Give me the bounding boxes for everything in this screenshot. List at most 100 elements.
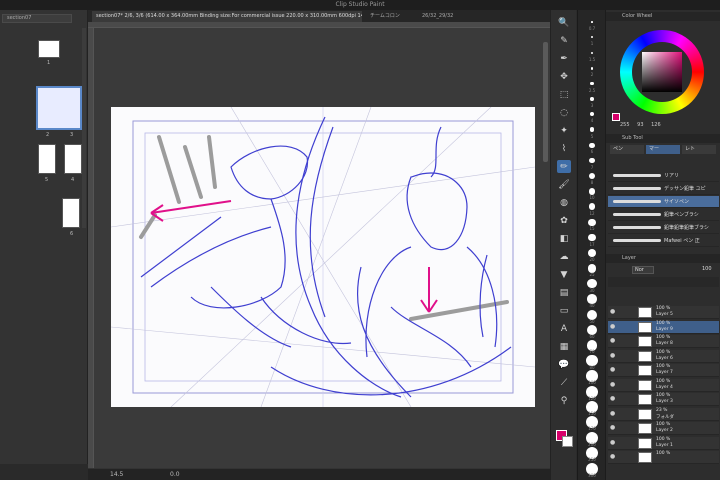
canvas-paper[interactable] [111,107,535,407]
layer-opacity-value[interactable]: 100 [702,266,712,272]
move-icon[interactable]: ✥ [557,70,571,83]
blend-icon[interactable]: ☁ [557,250,571,263]
layer-opacity: 100 % [656,378,671,384]
subtool-tab[interactable]: マー [646,145,680,154]
eyedropper2-icon[interactable]: ⌇ [557,142,571,155]
layer-panel-title: Layer [606,254,720,263]
eye-icon[interactable]: ● [610,381,616,388]
decoration-icon[interactable]: ✿ [557,214,571,227]
brush-size-option[interactable] [590,97,594,101]
brush-size-option[interactable] [591,21,593,23]
brush-size-option[interactable] [588,233,596,242]
subtool-tab[interactable]: レト [682,145,716,154]
selection-icon[interactable]: ⬚ [557,88,571,101]
brush-size-label: 100 [588,380,596,386]
brush-icon[interactable]: 🖌 [557,178,571,191]
eraser-icon[interactable]: ◧ [557,232,571,245]
eye-icon[interactable]: ● [610,352,616,359]
airbrush-icon[interactable]: ◍ [557,196,571,209]
sub-color-swatch[interactable] [562,436,573,447]
page-thumb-6[interactable] [62,198,80,228]
fill-icon[interactable]: ▼ [557,268,571,281]
tab-team-colon[interactable]: チームコロン [366,11,414,22]
zoom-icon[interactable]: 🔍 [557,16,571,29]
page-thumb-1[interactable] [38,40,60,58]
page-scrollbar[interactable] [82,28,86,228]
eye-icon[interactable]: ● [610,425,616,431]
wand-icon[interactable]: ✦ [557,124,571,137]
page-manager-tab[interactable]: section07 [2,14,72,23]
brush-item[interactable]: デッサン鉛筆 ユピ [608,183,719,195]
brush-size-option[interactable] [589,157,595,164]
brush-size-label: 30 [589,287,595,293]
page-thumb-4[interactable] [64,144,82,174]
brush-size-label: 8 [590,180,594,185]
canvas-area[interactable] [88,22,550,468]
pencil-icon[interactable]: ✏ [557,160,571,173]
eye-icon[interactable]: ● [610,439,616,446]
brush-item[interactable]: Mafwei ペン 正 [608,235,719,247]
layer-row[interactable]: ● 100 % Layer 9 [608,320,719,334]
brush-size-label: 170 [588,426,596,432]
blend-mode-select[interactable]: Nor [632,266,654,274]
layer-row[interactable]: ● 100 % Layer 8 [608,335,719,348]
tab-pages[interactable]: 26/32_29/32 [418,11,478,22]
brush-size-option[interactable] [589,127,595,133]
brush-name: デッサン鉛筆 ユピ [664,186,706,192]
lasso-icon[interactable]: ◌ [557,106,571,119]
foreground-color-swatch[interactable] [612,113,620,121]
text-icon[interactable]: A [557,322,571,335]
layer-row[interactable]: ● 100 % Layer 3 [608,393,719,406]
brush-size-option[interactable] [590,81,594,86]
balloon-icon[interactable]: 💬 [557,358,571,371]
layer-row[interactable]: ● 23 % フォルダ [608,407,719,421]
frame-icon[interactable]: ▦ [557,340,571,353]
brush-size-option[interactable] [590,66,594,70]
eye-icon[interactable]: ● [610,309,616,315]
brush-size-option[interactable] [588,188,596,195]
layer-row[interactable]: ● 100 % Layer 4 [608,378,719,392]
canvas-scrollbar[interactable] [543,42,548,162]
eye-icon[interactable]: ● [610,367,616,373]
eyedropper-icon[interactable]: ✎ [557,34,571,47]
gradient-icon[interactable]: ▤ [557,286,571,299]
layer-name: Layer 4 [656,384,673,390]
eye-icon[interactable]: ● [610,323,616,330]
color-square[interactable] [642,52,682,92]
layer-row[interactable]: ● 100 % Layer 6 [608,349,719,363]
brush-stroke-preview [613,213,661,216]
page-manager-panel: section07 1 2 3 5 4 6 [0,10,88,480]
line-icon[interactable]: ⟋ [557,376,571,389]
brush-item[interactable]: リアリ [608,170,719,182]
brush-size-option[interactable] [589,142,595,148]
brush-size-label: 80 [589,364,595,370]
tab-section07[interactable]: section07* 2/6, 3/6 (614.00 x 364.00mm B… [92,11,362,22]
brush-item[interactable]: サイソペン [608,196,719,208]
brush-size-option[interactable] [588,218,596,226]
rotation-value[interactable]: 0.0 [170,471,180,478]
figure-icon[interactable]: ▭ [557,304,571,317]
brush-size-option[interactable] [589,173,595,179]
eye-icon[interactable]: ● [610,410,616,417]
brush-size-option[interactable] [588,203,596,211]
pen-icon[interactable]: ✒ [557,52,571,65]
page-thumb-5[interactable] [38,144,56,174]
brush-item[interactable]: 鉛筆鉛筆鉛筆ブラシ [608,222,719,234]
brush-size-option[interactable] [587,248,597,258]
brush-item[interactable]: 鉛筆ペンブラシ [608,209,719,221]
layer-row[interactable]: ● 100 % Layer 2 [608,422,719,435]
page-thumb-2-3[interactable] [36,86,82,130]
brush-size-option[interactable] [589,112,595,117]
brush-size-option[interactable] [590,51,594,54]
layer-row[interactable]: ● 100 % Layer 1 [608,436,719,450]
eye-icon[interactable]: ● [610,454,616,460]
eye-icon[interactable]: ● [610,338,616,344]
brush-size-option[interactable] [591,36,593,39]
layer-row[interactable]: ● 100 % [608,451,719,464]
layer-row[interactable]: ● 100 % Layer 5 [608,306,719,319]
layer-row[interactable]: ● 100 % Layer 7 [608,364,719,377]
subtool-tab[interactable]: ペン [610,145,644,154]
eye-icon[interactable]: ● [610,396,616,402]
correct-icon[interactable]: ⚲ [557,394,571,407]
zoom-value[interactable]: 14.5 [110,471,123,478]
